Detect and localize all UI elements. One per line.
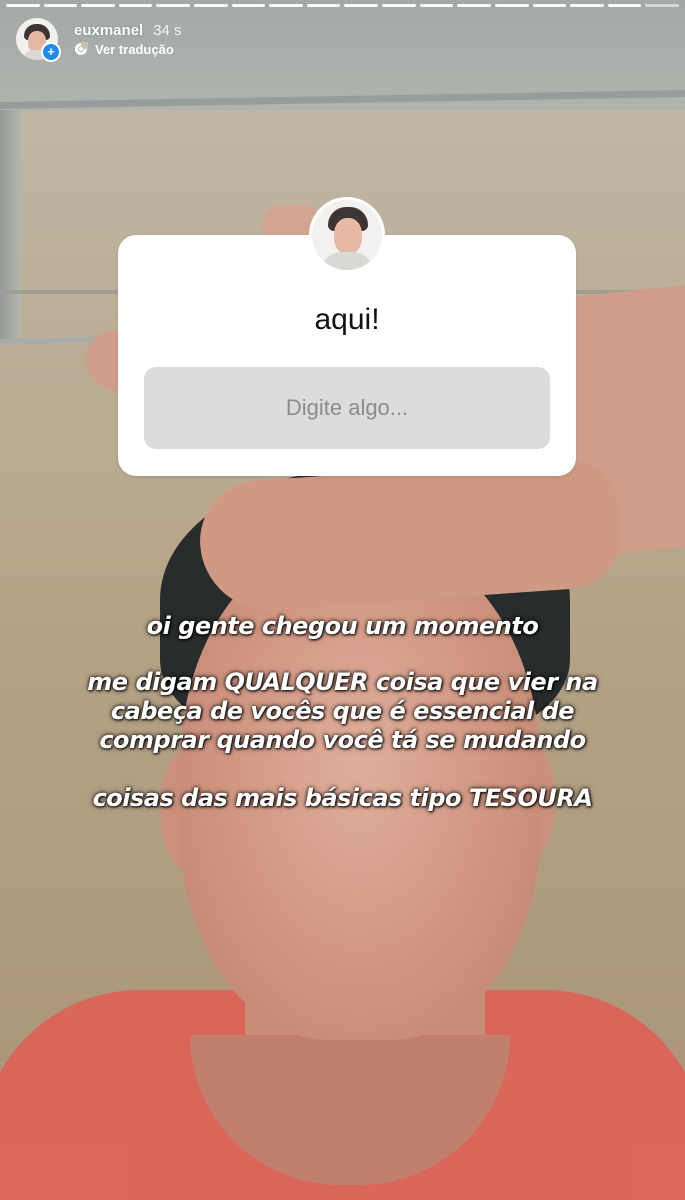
username[interactable]: euxmanel bbox=[74, 22, 143, 39]
caption-paragraph: me digam QUALQUER coisa que vier na cabe… bbox=[0, 668, 685, 755]
progress-segment bbox=[306, 4, 341, 7]
photo-overlay bbox=[0, 0, 685, 1200]
progress-segment bbox=[81, 4, 115, 7]
progress-segment bbox=[118, 4, 153, 7]
caption-line-2: me digam QUALQUER coisa que vier na bbox=[87, 668, 598, 696]
caption-line-3: cabeça de vocês que é essencial de bbox=[110, 697, 575, 725]
progress-segment bbox=[269, 4, 303, 7]
progress-segment bbox=[532, 4, 567, 7]
story-meta: euxmanel 34 s Ver tradução bbox=[74, 22, 182, 57]
question-text: aqui! bbox=[314, 303, 380, 336]
caption-line-4: comprar quando você tá se mudando bbox=[99, 726, 586, 754]
progress-segment bbox=[457, 4, 491, 7]
progress-segment bbox=[344, 4, 379, 7]
progress-segment bbox=[419, 4, 454, 7]
sticker-avatar bbox=[309, 197, 385, 273]
translate-icon bbox=[75, 42, 88, 55]
story-header: + euxmanel 34 s Ver tradução bbox=[16, 17, 182, 62]
progress-segment bbox=[194, 4, 228, 7]
translate-label: Ver tradução bbox=[95, 41, 174, 57]
caption-line: coisas das mais básicas tipo TESOURA bbox=[0, 784, 685, 813]
progress-segment bbox=[43, 4, 78, 7]
progress-segment bbox=[494, 4, 529, 7]
profile-avatar[interactable]: + bbox=[16, 18, 61, 62]
progress-segment bbox=[382, 4, 416, 7]
translate-button[interactable]: Ver tradução bbox=[74, 42, 182, 57]
story-photo[interactable] bbox=[0, 0, 685, 1200]
progress-segment bbox=[570, 4, 604, 7]
progress-segment bbox=[231, 4, 266, 7]
progress-segment bbox=[645, 4, 679, 7]
caption-line: oi gente chegou um momento bbox=[0, 612, 685, 641]
answer-input[interactable]: Digite algo... bbox=[144, 367, 550, 449]
progress-segment bbox=[156, 4, 191, 7]
story-progress-bar bbox=[6, 4, 679, 7]
progress-segment bbox=[607, 4, 642, 7]
progress-segment bbox=[6, 4, 40, 7]
timestamp: 34 s bbox=[153, 21, 182, 39]
caption-line-5: coisas das mais básicas tipo TESOURA bbox=[92, 784, 593, 812]
caption-line-1: oi gente chegou um momento bbox=[146, 612, 539, 640]
plus-icon: + bbox=[41, 42, 61, 62]
